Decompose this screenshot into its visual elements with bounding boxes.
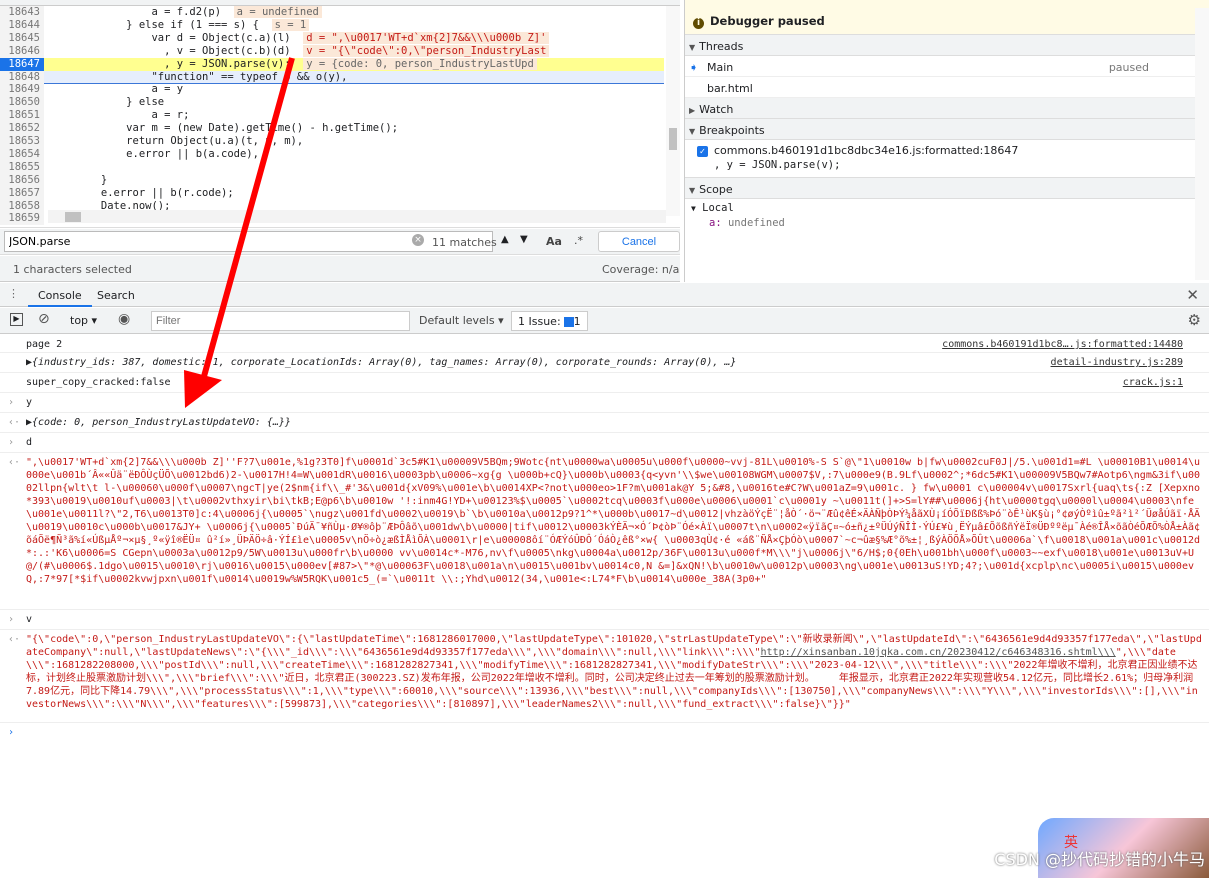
csdn-watermark: CSDN @抄代码抄错的小牛马 <box>994 850 1205 869</box>
red-annotation-arrow <box>184 57 295 408</box>
